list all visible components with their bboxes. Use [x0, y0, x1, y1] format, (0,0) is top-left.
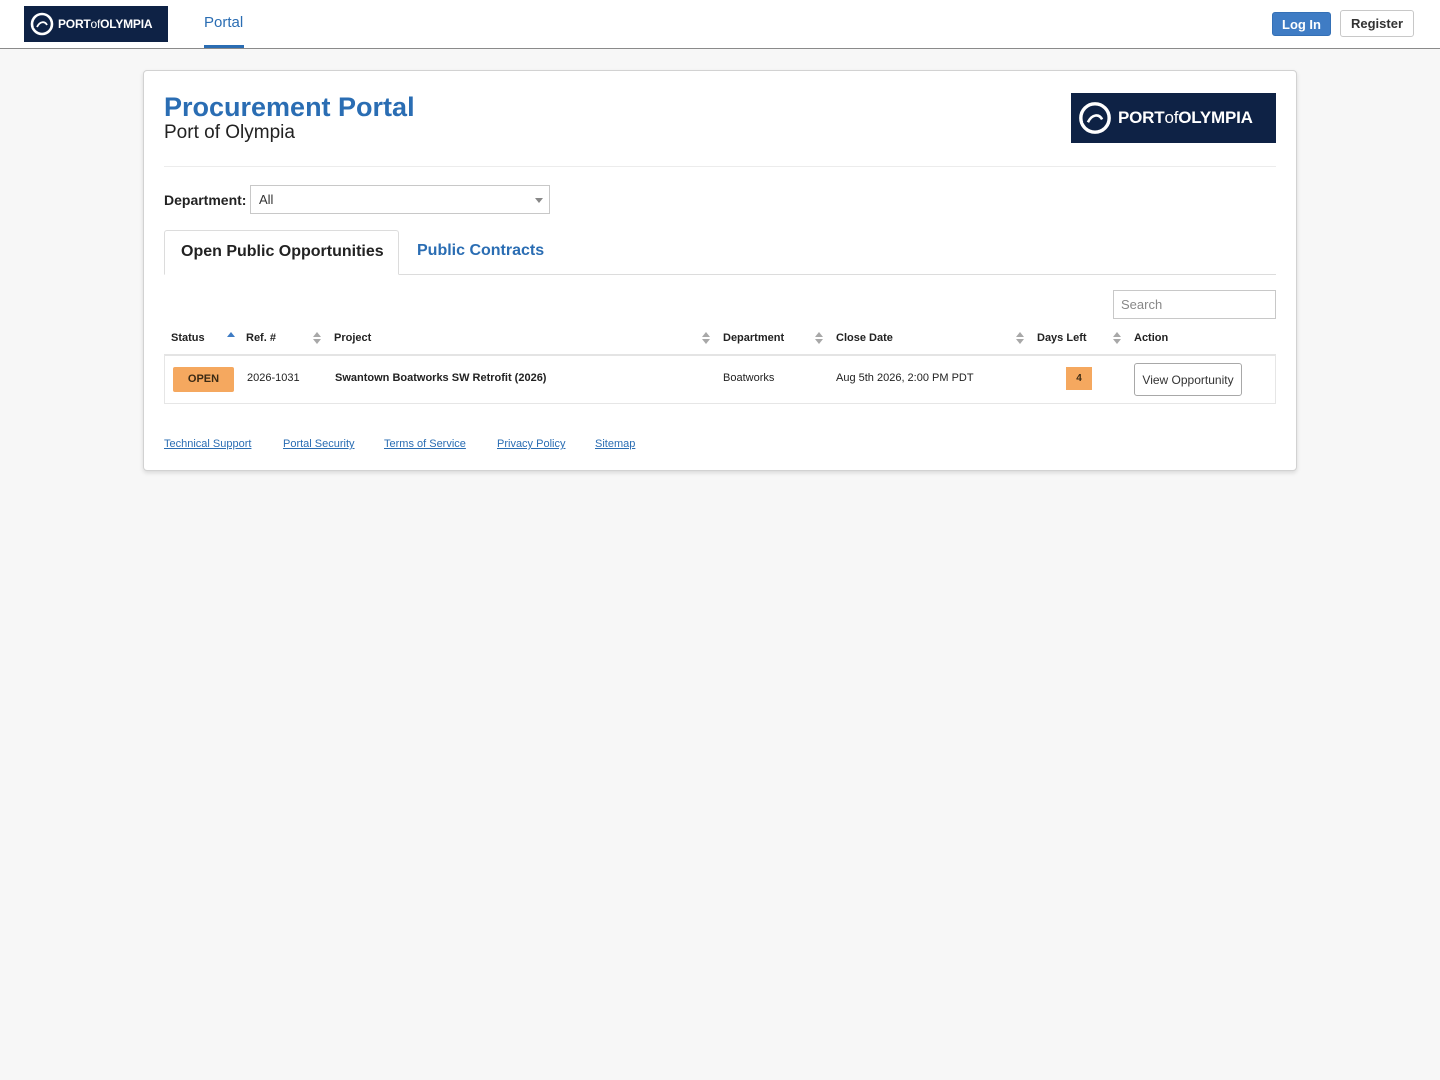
swirl-logo-icon	[1079, 102, 1111, 134]
close-date: Aug 5th 2026, 2:00 PM PDT	[836, 372, 974, 384]
footer-link-terms-of-service[interactable]: Terms of Service	[384, 438, 466, 450]
view-opportunity-button[interactable]: View Opportunity	[1134, 363, 1242, 396]
department-label: Department:	[164, 192, 247, 208]
register-button[interactable]: Register	[1340, 10, 1414, 37]
footer-link-sitemap[interactable]: Sitemap	[595, 438, 635, 450]
sort-icon[interactable]	[702, 330, 710, 346]
table-row: OPEN 2026-1031 Swantown Boatworks SW Ret…	[164, 355, 1276, 404]
logo-wordmark: PORTofOLYMPIA	[1118, 108, 1253, 127]
tab-open-public-opportunities[interactable]: Open Public Opportunities	[164, 230, 399, 275]
login-button[interactable]: Log In	[1272, 12, 1331, 36]
column-header-close-date[interactable]: Close Date	[836, 332, 893, 344]
ref-number: 2026-1031	[247, 372, 300, 384]
swirl-logo-icon	[30, 12, 54, 36]
port-of-olympia-logo[interactable]: PORTofOLYMPIA	[24, 6, 168, 42]
days-left-badge: 4	[1066, 367, 1092, 390]
sort-icon[interactable]	[1016, 330, 1024, 346]
column-header-project[interactable]: Project	[334, 332, 371, 344]
nav-portal-link[interactable]: Portal	[204, 0, 244, 48]
column-header-status[interactable]: Status	[171, 332, 205, 344]
logo-wordmark: PORTofOLYMPIA	[58, 17, 153, 31]
column-header-days-left[interactable]: Days Left	[1037, 332, 1087, 344]
search-input[interactable]	[1113, 290, 1276, 319]
status-badge: OPEN	[173, 367, 234, 392]
footer-link-portal-security[interactable]: Portal Security	[283, 438, 355, 450]
footer-link-technical-support[interactable]: Technical Support	[164, 438, 251, 450]
page-subtitle: Port of Olympia	[164, 122, 295, 143]
header-divider	[164, 166, 1276, 167]
sort-icon[interactable]	[313, 330, 321, 346]
sort-icon[interactable]	[1113, 330, 1121, 346]
tab-public-contracts[interactable]: Public Contracts	[417, 230, 544, 275]
department-select-value: All	[259, 192, 274, 207]
department-select[interactable]: All	[250, 185, 550, 214]
top-navbar: PORTofOLYMPIA Portal Log In Register	[0, 0, 1440, 49]
column-header-department[interactable]: Department	[723, 332, 784, 344]
column-header-action: Action	[1134, 332, 1169, 344]
chevron-down-icon	[535, 198, 543, 203]
footer-link-privacy-policy[interactable]: Privacy Policy	[497, 438, 565, 450]
header-logo: PORTofOLYMPIA	[1071, 93, 1276, 143]
sort-icon[interactable]	[815, 330, 823, 346]
department-name: Boatworks	[723, 372, 775, 384]
column-header-ref[interactable]: Ref. #	[246, 332, 276, 344]
sort-ascending-icon[interactable]	[227, 330, 235, 346]
project-name: Swantown Boatworks SW Retrofit (2026)	[335, 372, 547, 384]
page-title: Procurement Portal	[164, 92, 415, 122]
procurement-card: Procurement Portal Port of Olympia PORTo…	[143, 70, 1297, 471]
